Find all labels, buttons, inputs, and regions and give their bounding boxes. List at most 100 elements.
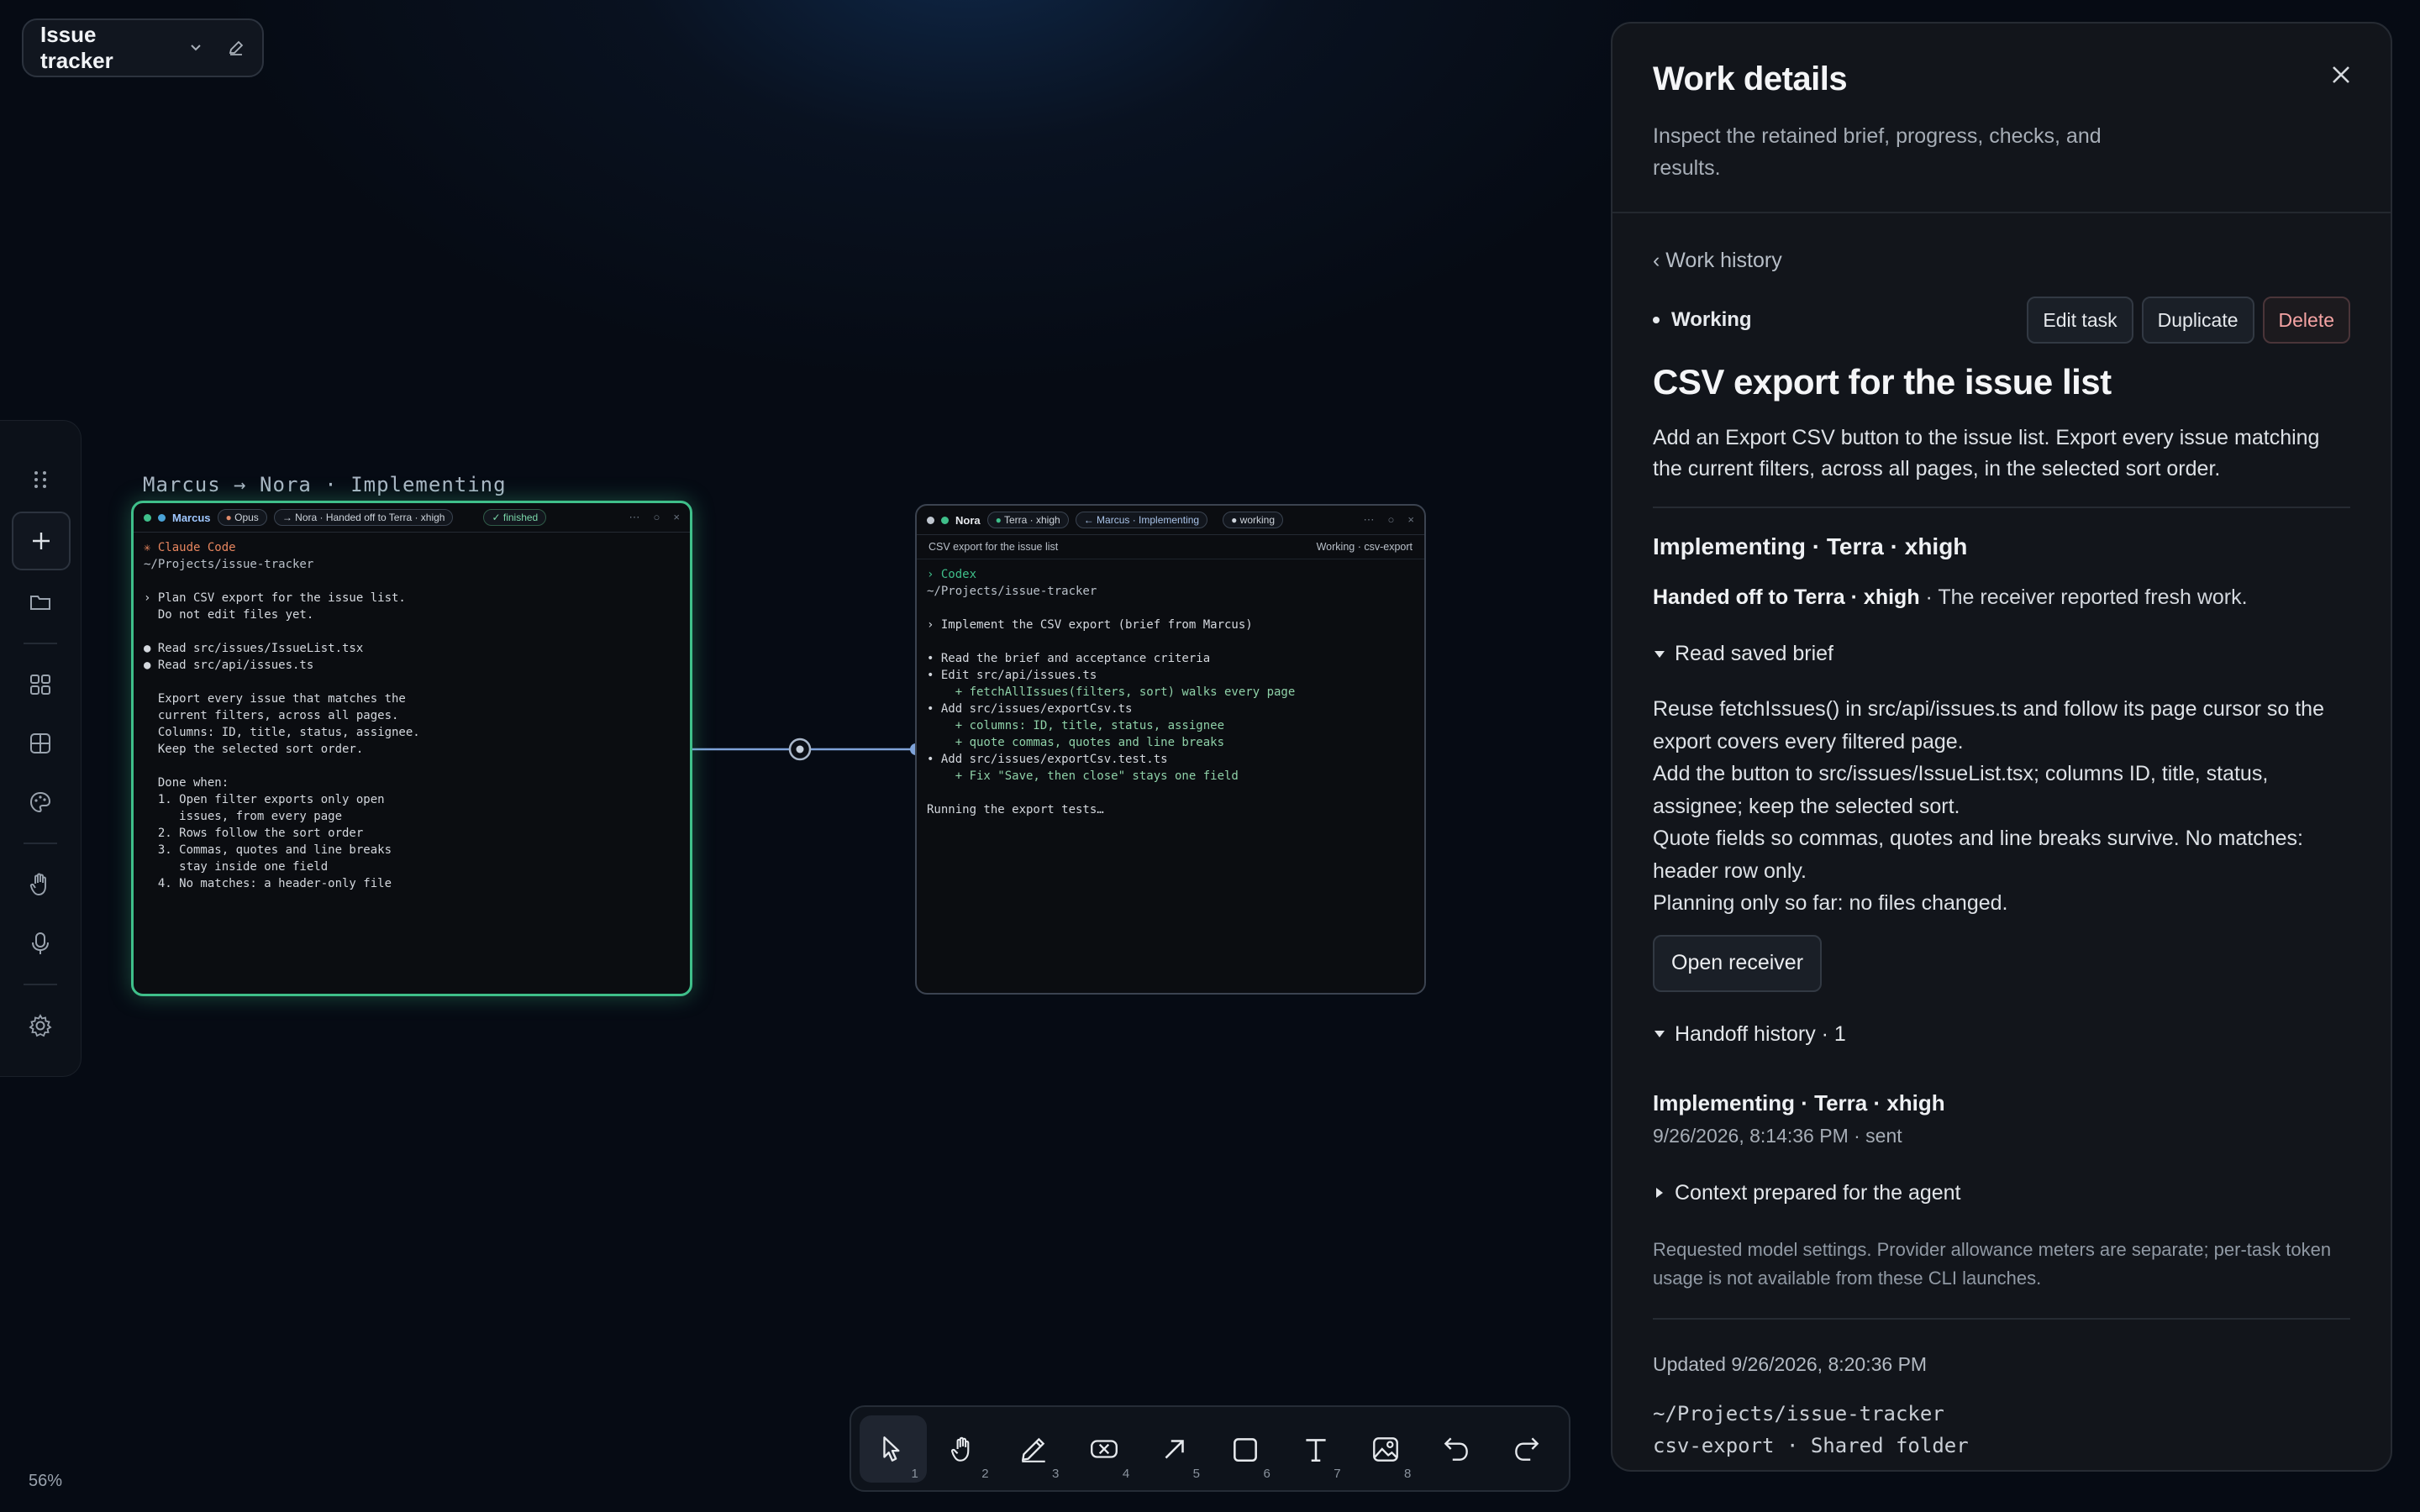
shortcut-key: 5	[1192, 1466, 1200, 1481]
more-icon[interactable]: ⋯	[629, 511, 640, 524]
state-badge: ● working	[1223, 512, 1284, 528]
open-receiver-button[interactable]: Open receiver	[1653, 934, 1823, 992]
microphone-icon[interactable]	[20, 923, 60, 963]
image-icon	[1373, 1436, 1399, 1462]
terminal-line: 2. Rows follow the sort order	[144, 827, 364, 840]
terminal-line: 1. Open filter exports only open	[144, 793, 385, 806]
drag-grip-icon[interactable]	[20, 459, 60, 500]
task-label: CSV export for the issue list	[929, 541, 1059, 553]
tool-pointer[interactable]: 1	[860, 1415, 927, 1483]
status-badge: Working	[1653, 308, 1752, 332]
terminal-line: › Implement the CSV export (brief from M…	[927, 618, 1253, 632]
text-icon	[1306, 1438, 1326, 1462]
plus-icon	[33, 533, 50, 549]
work-details-panel: Work details Inspect the retained brief,…	[1611, 22, 2392, 1472]
project-name: Issue tracker	[40, 22, 113, 73]
terminal-line: ● Read src/issues/IssueList.tsx	[144, 642, 364, 655]
close-icon[interactable]: ×	[1407, 513, 1414, 527]
shortcut-key: 2	[981, 1466, 989, 1481]
terminal-line: • Read the brief and acceptance criteria	[927, 652, 1211, 665]
grid-icon[interactable]	[20, 723, 60, 764]
shortcut-key: 1	[911, 1466, 918, 1481]
status-dot-icon	[1653, 317, 1660, 323]
apps-icon[interactable]	[20, 664, 60, 705]
expand-icon[interactable]: ○	[654, 511, 660, 524]
tool-undo[interactable]	[1423, 1415, 1490, 1483]
handoff-chip[interactable]: → Nora · Handed off to Terra · xhigh	[273, 509, 454, 526]
tool-redo[interactable]	[1493, 1415, 1560, 1483]
model-chip[interactable]: ● Opus	[217, 509, 267, 526]
rectangle-icon	[1233, 1437, 1257, 1462]
panel-title: Work details	[1653, 60, 1848, 97]
handoff-connector[interactable]	[681, 731, 924, 764]
read-brief-toggle[interactable]: Read saved brief	[1653, 642, 2350, 666]
add-button[interactable]	[12, 512, 71, 570]
handoff-chip[interactable]: ← Marcus · Implementing	[1075, 512, 1208, 528]
terminal-line: › Codex	[927, 568, 977, 581]
work-history-link[interactable]: ‹ Work history	[1653, 249, 2350, 273]
hand-icon[interactable]	[20, 864, 60, 905]
tool-arrow[interactable]: 5	[1141, 1415, 1208, 1483]
terminal-line: 3. Commas, quotes and line breaks	[144, 843, 392, 857]
project-switcher[interactable]: Issue tracker	[22, 18, 264, 77]
terminal-line: ● Read src/api/issues.ts	[144, 659, 314, 672]
agent-terminal-nora[interactable]: Nora ● Terra · xhigh ← Marcus · Implemen…	[915, 504, 1426, 995]
settings-gear-icon[interactable]	[20, 1005, 60, 1046]
edit-task-button[interactable]: Edit task	[2027, 297, 2133, 344]
tool-hand[interactable]: 2	[930, 1415, 997, 1483]
terminal-line: ~/Projects/issue-tracker	[927, 585, 1097, 598]
terminal-output: ✳ Claude Code ~/Projects/issue-tracker › …	[134, 533, 690, 899]
terminal-line: Columns: ID, title, status, assignee.	[144, 726, 420, 739]
history-event-meta: 9/26/2026, 8:14:36 PM · sent	[1653, 1124, 1902, 1147]
terminal-line: + Fix "Save, then close" stays one field	[927, 769, 1239, 783]
edit-icon[interactable]	[227, 39, 245, 57]
shortcut-key: 6	[1263, 1466, 1270, 1481]
close-icon[interactable]	[2328, 62, 2354, 87]
tool-eraser[interactable]: 4	[1071, 1415, 1138, 1483]
context-toggle[interactable]: Context prepared for the agent	[1653, 1181, 2350, 1205]
tool-image[interactable]: 8	[1353, 1415, 1420, 1483]
terminal-line: stay inside one field	[144, 860, 329, 874]
agent-name: Nora	[955, 513, 981, 527]
status-dot	[144, 513, 151, 522]
terminal-line: Keep the selected sort order.	[144, 743, 364, 756]
zoom-level[interactable]: 56%	[29, 1472, 62, 1491]
link-caption: Marcus → Nora · Implementing	[143, 473, 507, 496]
tool-rectangle[interactable]: 6	[1212, 1415, 1279, 1483]
undo-icon	[1444, 1437, 1469, 1461]
agent-name: Marcus	[172, 511, 211, 524]
terminal-line: issues, from every page	[144, 810, 343, 823]
drawing-toolbar: 1 2 3 4 5 6 7 8	[850, 1405, 1570, 1492]
history-event-title: Implementing · Terra · xhigh	[1653, 1089, 1945, 1116]
agent-terminal-marcus[interactable]: Marcus ● Opus → Nora · Handed off to Ter…	[131, 501, 692, 996]
chevron-down-icon[interactable]	[188, 40, 203, 55]
terminal-line: + quote commas, quotes and line breaks	[927, 736, 1225, 749]
folder-icon[interactable]	[20, 582, 60, 622]
palette-icon[interactable]	[20, 782, 60, 822]
tool-pencil[interactable]: 3	[1001, 1415, 1068, 1483]
duplicate-button[interactable]: Duplicate	[2141, 297, 2254, 344]
terminal-line: ✳ Claude Code	[144, 541, 236, 554]
terminal-line: • Add src/issues/exportCsv.test.ts	[927, 753, 1168, 766]
terminal-line: + fetchAllIssues(filters, sort) walks ev…	[927, 685, 1296, 699]
redo-icon	[1515, 1437, 1539, 1461]
tool-text[interactable]: 7	[1282, 1415, 1349, 1483]
model-settings-note: Requested model settings. Provider allow…	[1653, 1238, 2332, 1289]
handoff-history-toggle[interactable]: Handoff history · 1	[1653, 1022, 2350, 1047]
agent-avatar-icon	[158, 513, 166, 522]
terminal-line: 4. No matches: a header-only file	[144, 877, 392, 890]
close-icon[interactable]: ×	[673, 511, 680, 524]
model-chip[interactable]: ● Terra · xhigh	[986, 512, 1069, 528]
more-icon[interactable]: ⋯	[1364, 513, 1375, 527]
terminal-line: Do not edit files yet.	[144, 608, 314, 622]
terminal-output: › Codex ~/Projects/issue-tracker › Implem…	[917, 559, 1424, 825]
terminal-line: + columns: ID, title, status, assignee	[927, 719, 1225, 732]
eraser-icon	[1091, 1439, 1118, 1458]
terminal-line: Export every issue that matches the	[144, 692, 406, 706]
delete-button[interactable]: Delete	[2262, 297, 2350, 344]
terminal-line: • Edit src/api/issues.ts	[927, 669, 1097, 682]
expand-icon[interactable]: ○	[1388, 513, 1395, 527]
